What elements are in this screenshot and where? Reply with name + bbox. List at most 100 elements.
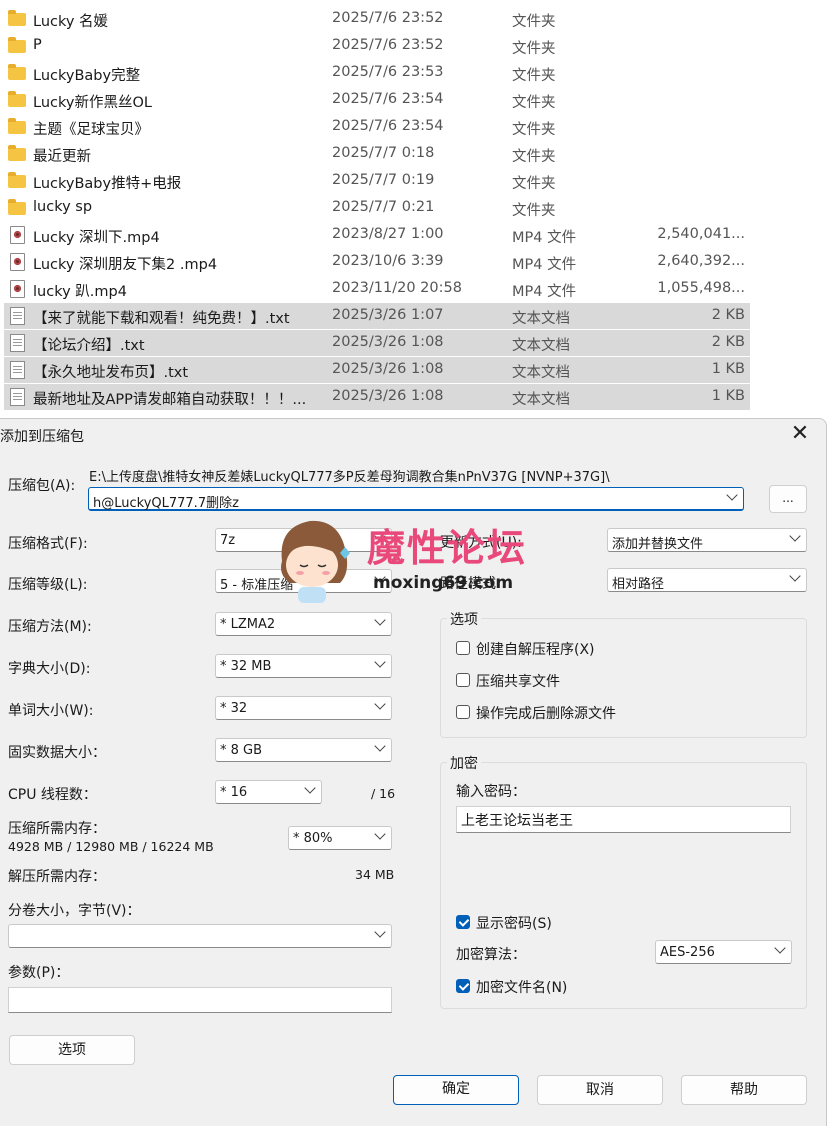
word-value: * 32 — [220, 701, 248, 716]
file-name: 【论坛介绍】.txt — [33, 338, 145, 354]
file-row[interactable]: 最近更新 2025/7/7 0:18 文件夹 — [0, 141, 828, 168]
text-file-icon — [8, 361, 26, 379]
volume-label: 分卷大小，字节(V)： — [8, 903, 141, 919]
method-value: * LZMA2 — [220, 617, 276, 632]
folder-icon — [8, 64, 26, 81]
encryption-method-value: AES-256 — [660, 945, 715, 960]
volume-select[interactable] — [8, 924, 392, 948]
file-date: 2025/7/7 0:19 — [332, 172, 435, 188]
file-row[interactable]: 最新地址及APP请发邮箱自动获取！！！... 2025/3/26 1:08 文本文档… — [0, 384, 828, 411]
password-value: 上老王论坛当老王 — [461, 813, 573, 829]
file-type: MP4 文件 — [512, 257, 577, 273]
file-name: Lucky新作黑丝OL — [33, 95, 152, 111]
level-value: 5 - 标准压缩 — [220, 578, 294, 593]
file-date: 2023/10/6 3:39 — [332, 253, 444, 269]
solid-label: 固实数据大小： — [8, 745, 106, 761]
file-type: 文件夹 — [512, 176, 556, 192]
file-row[interactable]: LuckyBaby完整 2025/7/6 23:53 文件夹 — [0, 60, 828, 87]
file-type: 文本文档 — [512, 311, 570, 327]
file-type: 文本文档 — [512, 392, 570, 408]
archive-name-combo[interactable]: h@LuckyQL777.7删除z — [88, 487, 744, 511]
file-type: MP4 文件 — [512, 284, 577, 300]
cpu-total: / 16 — [371, 786, 396, 801]
browse-button[interactable]: ... — [769, 485, 807, 513]
chevron-down-icon — [774, 942, 786, 954]
level-select[interactable]: 5 - 标准压缩 — [215, 569, 392, 593]
folder-icon — [8, 172, 26, 189]
show-password-label: 显示密码(S) — [476, 916, 552, 932]
file-type: 文本文档 — [512, 338, 570, 354]
solid-select[interactable]: * 8 GB — [215, 738, 392, 762]
file-row[interactable]: Lucky 深圳下.mp4 2023/8/27 1:00 MP4 文件 2,540,0… — [0, 222, 828, 249]
method-select[interactable]: * LZMA2 — [215, 612, 392, 636]
file-size: 2,640,392... — [657, 253, 745, 269]
file-type: 文本文档 — [512, 365, 570, 381]
folder-icon — [8, 145, 26, 162]
file-row[interactable]: 【论坛介绍】.txt 2025/3/26 1:08 文本文档 2 KB — [0, 330, 828, 357]
path-mode-select[interactable]: 相对路径 — [607, 568, 807, 592]
shared-files-checkbox[interactable] — [456, 673, 470, 687]
encryption-method-select[interactable]: AES-256 — [655, 940, 792, 964]
help-button[interactable]: 帮助 — [681, 1075, 807, 1105]
file-row[interactable]: Lucky新作黑丝OL 2025/7/6 23:54 文件夹 — [0, 87, 828, 114]
file-type: 文件夹 — [512, 122, 556, 138]
archive-name-value: h@LuckyQL777.7删除z — [93, 496, 239, 511]
file-name: P — [33, 37, 42, 53]
file-row[interactable]: lucky sp 2025/7/7 0:21 文件夹 — [0, 195, 828, 222]
dialog-title: 添加到压缩包 — [0, 429, 84, 445]
chevron-down-icon — [789, 570, 801, 582]
word-select[interactable]: * 32 — [215, 696, 392, 720]
decompress-memory-label: 解压所需内存： — [8, 869, 106, 885]
memory-label: 压缩所需内存： — [8, 821, 106, 837]
options-group-title: 选项 — [447, 609, 481, 629]
close-icon[interactable]: ✕ — [788, 422, 812, 446]
file-row[interactable]: lucky 趴.mp4 2023/11/20 20:58 MP4 文件 1,055,4… — [0, 276, 828, 303]
file-name: LuckyBaby推特+电报 — [33, 176, 182, 192]
folder-icon — [8, 37, 26, 54]
delete-after-label: 操作完成后删除源文件 — [476, 706, 616, 722]
chevron-down-icon — [304, 782, 316, 794]
format-select[interactable]: 7z — [215, 528, 392, 552]
encrypt-names-checkbox[interactable] — [456, 979, 470, 993]
file-row[interactable]: 主题《足球宝贝》 2025/7/6 23:54 文件夹 — [0, 114, 828, 141]
archive-path: E:\上传度盘\推特女神反差婊LuckyQL777多P反差母狗调教合集nPnV3… — [89, 470, 610, 485]
file-date: 2025/7/6 23:54 — [332, 118, 444, 134]
file-row[interactable]: LuckyBaby推特+电报 2025/7/7 0:19 文件夹 — [0, 168, 828, 195]
chevron-down-icon — [374, 740, 386, 752]
file-row[interactable]: 【来了就能下载和观看！纯免费！】.txt 2025/3/26 1:07 文本文档 2 … — [0, 303, 828, 330]
ok-button[interactable]: 确定 — [393, 1075, 519, 1105]
cancel-button[interactable]: 取消 — [537, 1075, 663, 1105]
params-input[interactable] — [8, 987, 392, 1013]
memory-select[interactable]: * 80% — [288, 826, 392, 850]
file-date: 2025/7/6 23:52 — [332, 10, 444, 26]
file-row[interactable]: Lucky 名媛 2025/7/6 23:52 文件夹 — [0, 6, 828, 33]
file-size: 1 KB — [711, 361, 745, 377]
file-row[interactable]: 【永久地址发布页】.txt 2025/3/26 1:08 文本文档 1 KB — [0, 357, 828, 384]
file-name: 主题《足球宝贝》 — [33, 122, 149, 138]
file-row[interactable]: P 2025/7/6 23:52 文件夹 — [0, 33, 828, 60]
encryption-group-title: 加密 — [447, 753, 481, 773]
chevron-down-icon — [374, 828, 386, 840]
options-button[interactable]: 选项 — [9, 1035, 135, 1065]
file-type: 文件夹 — [512, 149, 556, 165]
dict-select[interactable]: * 32 MB — [215, 654, 392, 678]
cpu-select[interactable]: * 16 — [215, 780, 322, 804]
archive-label: 压缩包(A): — [8, 478, 76, 494]
update-select[interactable]: 添加并替换文件 — [607, 528, 807, 552]
show-password-checkbox[interactable] — [456, 915, 470, 929]
file-name: 最近更新 — [33, 149, 91, 165]
chevron-down-icon — [789, 530, 801, 542]
file-size: 2 KB — [711, 334, 745, 350]
file-type: 文件夹 — [512, 68, 556, 84]
file-name: LuckyBaby完整 — [33, 68, 141, 84]
sfx-checkbox[interactable] — [456, 641, 470, 655]
file-date: 2025/7/7 0:18 — [332, 145, 435, 161]
level-label: 压缩等级(L): — [8, 577, 88, 593]
delete-after-checkbox[interactable] — [456, 705, 470, 719]
password-input[interactable]: 上老王论坛当老王 — [456, 806, 791, 833]
path-mode-value: 相对路径 — [612, 577, 665, 592]
dict-value: * 32 MB — [220, 659, 272, 674]
file-type: 文件夹 — [512, 203, 556, 219]
solid-value: * 8 GB — [220, 743, 263, 758]
file-row[interactable]: Lucky 深圳朋友下集2 .mp4 2023/10/6 3:39 MP4 文件 2,… — [0, 249, 828, 276]
